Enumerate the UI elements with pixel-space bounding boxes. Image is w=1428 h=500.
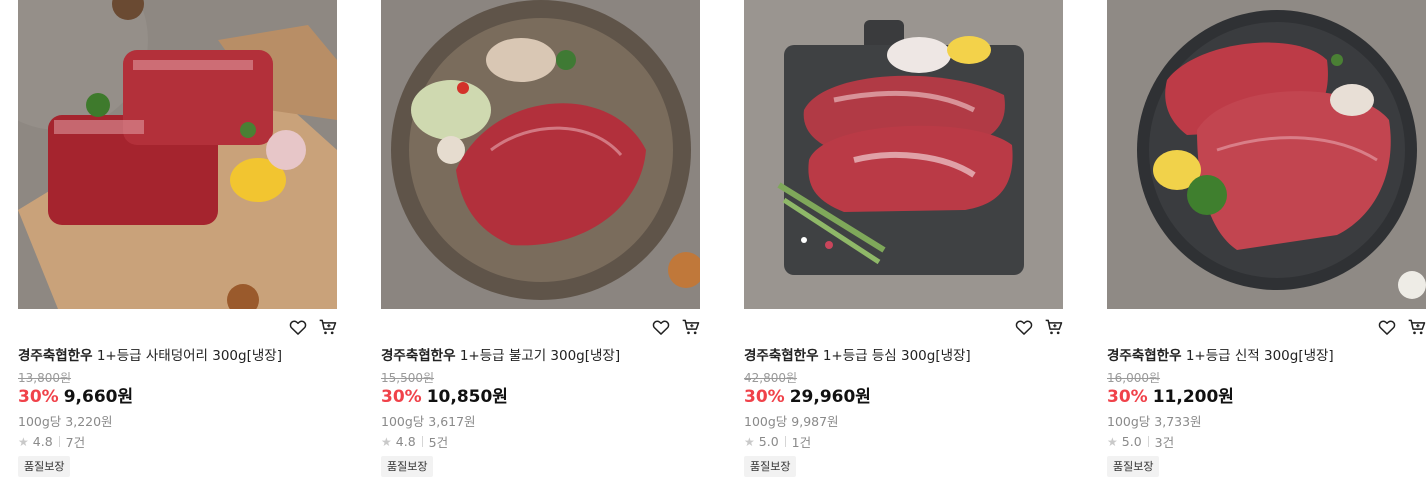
product-actions [1014,317,1064,337]
shopping-cart-icon[interactable] [1044,317,1064,337]
divider [58,436,60,447]
product-card: 경주축협한우 1+등급 사태덩어리 300g[냉장] 13,800원 30% 9,… [18,0,338,500]
product-image-link[interactable] [744,0,1063,309]
heart-outline-icon[interactable] [1377,317,1397,337]
original-price: 15,500원 [381,371,435,385]
quality-badge: 품질보장 [381,456,434,477]
product-title[interactable]: 경주축협한우 1+등급 신적 300g[냉장] [1107,346,1334,366]
product-title[interactable]: 경주축협한우 1+등급 불고기 300g[냉장] [381,346,620,366]
product-brand: 경주축협한우 [744,348,819,364]
sale-price: 9,660원 [63,387,134,407]
product-image [381,0,700,309]
product-actions [1377,317,1427,337]
heart-outline-icon[interactable] [651,317,671,337]
quality-badge: 품질보장 [744,456,797,477]
unit-price: 100g당 9,987원 [744,414,839,429]
rating-score: 5.0 [758,434,779,449]
product-image [18,0,337,309]
product-brand: 경주축협한우 [1107,348,1182,364]
review-count: 1건 [791,435,812,450]
product-image [1107,0,1426,309]
review-count: 3건 [1154,435,1175,450]
product-card: 경주축협한우 1+등급 등심 300g[냉장] 42,800원 30% 29,96… [744,0,1064,500]
product-brand: 경주축협한우 [381,348,456,364]
discount-rate: 30% [1107,387,1148,407]
review-count: 7건 [65,435,86,450]
unit-price: 100g당 3,617원 [381,414,476,429]
star-icon: ★ [381,434,392,449]
rating-score: 4.8 [395,434,416,449]
original-price: 42,800원 [744,371,798,385]
discount-rate: 30% [18,387,59,407]
divider [421,436,423,447]
sale-price: 29,960원 [789,387,871,407]
heart-outline-icon[interactable] [1014,317,1034,337]
product-name: 1+등급 신적 300g[냉장] [1185,348,1334,364]
review-count: 5건 [428,435,449,450]
product-brand: 경주축협한우 [18,348,93,364]
product-card: 경주축협한우 1+등급 불고기 300g[냉장] 15,500원 30% 10,8… [381,0,701,500]
rating: ★ 5.0 3건 [1107,432,1174,451]
unit-price: 100g당 3,220원 [18,414,113,429]
price-line: 30% 10,850원 [381,386,508,408]
product-image-link[interactable] [381,0,700,309]
quality-badge: 품질보장 [18,456,71,477]
product-image-link[interactable] [1107,0,1426,309]
heart-outline-icon[interactable] [288,317,308,337]
product-name: 1+등급 등심 300g[냉장] [822,348,971,364]
product-actions [288,317,338,337]
divider [1147,436,1149,447]
divider [784,436,786,447]
unit-price: 100g당 3,733원 [1107,414,1202,429]
rating-score: 4.8 [32,434,53,449]
product-actions [651,317,701,337]
discount-rate: 30% [744,387,785,407]
shopping-cart-icon[interactable] [1407,317,1427,337]
product-name: 1+등급 사태덩어리 300g[냉장] [96,348,282,364]
star-icon: ★ [18,434,29,449]
shopping-cart-icon[interactable] [318,317,338,337]
sale-price: 11,200원 [1152,387,1234,407]
original-price: 16,000원 [1107,371,1161,385]
rating: ★ 4.8 5건 [381,432,448,451]
star-icon: ★ [744,434,755,449]
product-title[interactable]: 경주축협한우 1+등급 등심 300g[냉장] [744,346,971,366]
product-title[interactable]: 경주축협한우 1+등급 사태덩어리 300g[냉장] [18,346,282,366]
price-line: 30% 29,960원 [744,386,871,408]
original-price: 13,800원 [18,371,72,385]
product-name: 1+등급 불고기 300g[냉장] [459,348,621,364]
rating-score: 5.0 [1121,434,1142,449]
price-line: 30% 11,200원 [1107,386,1234,408]
product-image-link[interactable] [18,0,337,309]
product-image [744,0,1063,309]
rating: ★ 5.0 1건 [744,432,811,451]
product-grid: 경주축협한우 1+등급 사태덩어리 300g[냉장] 13,800원 30% 9,… [0,0,1428,500]
star-icon: ★ [1107,434,1118,449]
shopping-cart-icon[interactable] [681,317,701,337]
rating: ★ 4.8 7건 [18,432,85,451]
discount-rate: 30% [381,387,422,407]
quality-badge: 품질보장 [1107,456,1160,477]
sale-price: 10,850원 [426,387,508,407]
price-line: 30% 9,660원 [18,386,133,408]
product-card: 경주축협한우 1+등급 신적 300g[냉장] 16,000원 30% 11,20… [1107,0,1427,500]
